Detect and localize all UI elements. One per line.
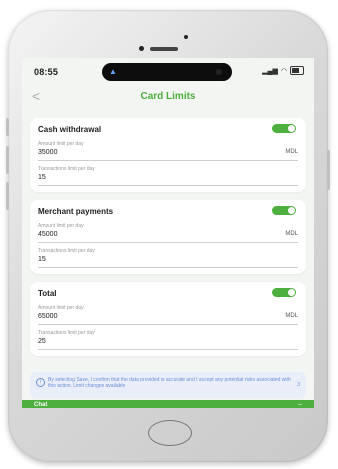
field-label: Transactions limit per day bbox=[38, 330, 95, 336]
volume-down-button bbox=[6, 182, 9, 210]
card-title: Total bbox=[38, 289, 57, 298]
location-icon: ▲ bbox=[109, 67, 117, 76]
field-label: Amount limit per day bbox=[38, 305, 84, 311]
field-label: Amount limit per day bbox=[38, 141, 84, 147]
field-value: 15 bbox=[38, 256, 46, 263]
field-label: Transactions limit per day bbox=[38, 166, 95, 172]
merchant-payments-toggle[interactable] bbox=[272, 206, 296, 215]
info-notice: i By selecting Save, I confirm that the … bbox=[30, 372, 306, 398]
wifi-icon: ◠ bbox=[280, 67, 287, 75]
minimize-icon[interactable]: – bbox=[298, 401, 302, 408]
sensor-dot bbox=[139, 46, 144, 51]
amount-field[interactable]: Amount limit per day 45000 MDL bbox=[38, 220, 298, 243]
field-label: Amount limit per day bbox=[38, 223, 84, 229]
field-value: 65000 bbox=[38, 313, 58, 320]
status-icons: ▂▄▆ ◠ bbox=[262, 66, 304, 75]
info-icon: i bbox=[36, 378, 45, 387]
currency-label: MDL bbox=[285, 149, 298, 155]
currency-label: MDL bbox=[285, 313, 298, 319]
field-value: 15 bbox=[38, 174, 46, 181]
field-value: 25 bbox=[38, 338, 46, 345]
dynamic-island: ▲ bbox=[102, 63, 232, 81]
notice-number: 3 bbox=[297, 382, 300, 388]
status-time: 08:55 bbox=[34, 67, 59, 77]
page-title: Card Limits bbox=[140, 91, 196, 102]
amount-field[interactable]: Amount limit per day 35000 MDL bbox=[38, 138, 298, 161]
card-title: Merchant payments bbox=[38, 207, 114, 216]
mute-switch bbox=[6, 118, 9, 136]
power-button bbox=[327, 150, 330, 190]
earpiece-speaker bbox=[150, 47, 178, 51]
chat-label: Chat bbox=[34, 402, 48, 408]
signal-icon: ▂▄▆ bbox=[262, 67, 278, 75]
limit-card-total: Total Amount limit per day 65000 MDL Tra… bbox=[30, 282, 306, 356]
home-button[interactable] bbox=[148, 420, 192, 446]
currency-label: MDL bbox=[285, 231, 298, 237]
transactions-field[interactable]: Transactions limit per day 15 bbox=[38, 163, 298, 186]
camera-icon bbox=[216, 69, 222, 75]
total-toggle[interactable] bbox=[272, 288, 296, 297]
cash-withdrawal-toggle[interactable] bbox=[272, 124, 296, 133]
chat-bar[interactable]: Chat – bbox=[22, 400, 314, 408]
field-value: 35000 bbox=[38, 149, 58, 156]
field-value: 45000 bbox=[38, 231, 58, 238]
card-title: Cash withdrawal bbox=[38, 125, 102, 134]
battery-icon bbox=[290, 66, 304, 75]
field-label: Transactions limit per day bbox=[38, 248, 95, 254]
phone-screen: 08:55 ▲ ▂▄▆ ◠ < Card Limits Cash withdra… bbox=[22, 58, 314, 408]
amount-field[interactable]: Amount limit per day 65000 MDL bbox=[38, 302, 298, 325]
transactions-field[interactable]: Transactions limit per day 25 bbox=[38, 327, 298, 350]
front-camera bbox=[184, 35, 188, 39]
notice-text: By selecting Save, I confirm that the da… bbox=[48, 377, 291, 389]
status-bar: 08:55 ▲ ▂▄▆ ◠ bbox=[22, 58, 314, 84]
limit-card-cash: Cash withdrawal Amount limit per day 350… bbox=[30, 118, 306, 192]
transactions-field[interactable]: Transactions limit per day 15 bbox=[38, 245, 298, 268]
volume-up-button bbox=[6, 146, 9, 174]
top-bar: < Card Limits bbox=[22, 86, 314, 108]
limit-card-merchant: Merchant payments Amount limit per day 4… bbox=[30, 200, 306, 274]
